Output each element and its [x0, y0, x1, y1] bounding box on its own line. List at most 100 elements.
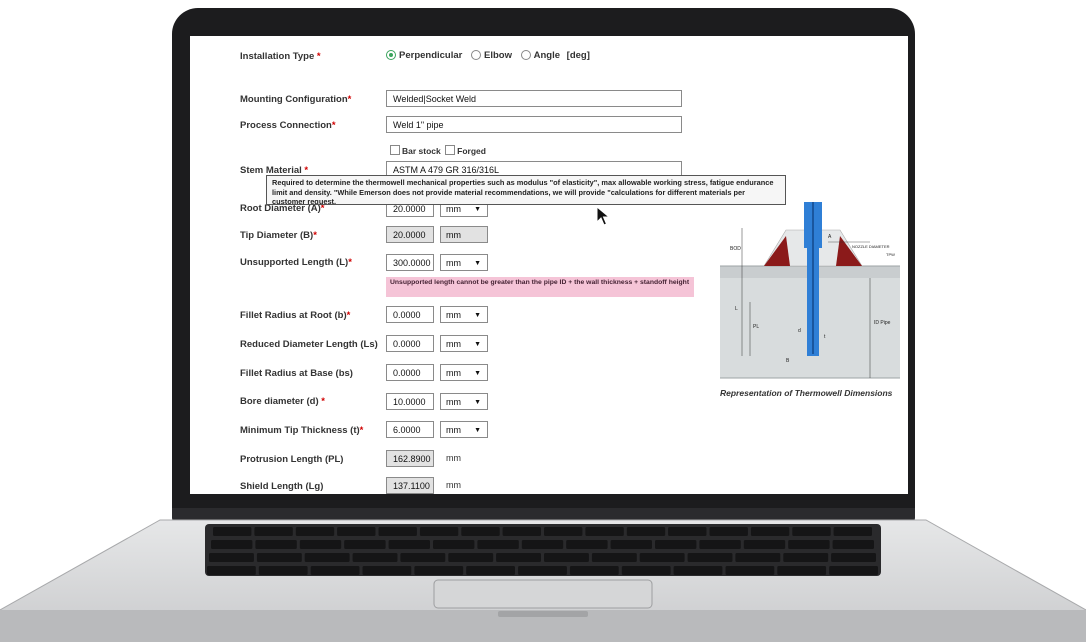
keyboard-key: [668, 527, 707, 536]
keyboard-key: [743, 540, 786, 549]
dropdown-caret-icon: ▼: [474, 370, 481, 377]
keyboard-key: [687, 553, 733, 562]
keyboard-key: [585, 527, 624, 536]
keyboard-key: [725, 566, 775, 575]
keyboard-key: [337, 527, 376, 536]
keyboard-key: [832, 540, 874, 549]
radio-elbow[interactable]: Elbow: [471, 50, 512, 61]
laptop-screen: Installation Type * Perpendicular Elbow …: [190, 36, 908, 494]
weld-right: [836, 236, 862, 266]
keyboard-key: [496, 553, 541, 562]
keyboard-key: [831, 553, 876, 562]
keyboard-keys: [207, 527, 878, 575]
mounting-configuration-label: Mounting Configuration*: [240, 94, 352, 105]
min-tip-thickness-label: Minimum Tip Thickness (t)*: [240, 425, 364, 436]
keyboard-key: [352, 553, 398, 562]
keyboard-deck: [0, 519, 1086, 642]
stem-type-checkboxes: Bar stock Forged: [390, 145, 486, 156]
fillet-root-unit-select[interactable]: mm ▼: [440, 306, 488, 323]
tip-diameter-input: 20.0000: [386, 226, 434, 243]
shield-length-unit: mm: [446, 480, 461, 490]
dropdown-caret-icon: ▼: [474, 260, 481, 267]
tip-diameter-unit: mm: [440, 226, 488, 243]
reduced-diameter-length-input[interactable]: 0.0000: [386, 335, 434, 352]
keyboard-key: [833, 527, 872, 536]
dropdown-caret-icon: ▼: [474, 312, 481, 319]
keyboard-key: [362, 566, 412, 575]
keyboard-key: [310, 566, 360, 575]
mouse-cursor-icon: [596, 206, 610, 226]
bore-diameter-input[interactable]: 10.0000: [386, 393, 434, 410]
min-tip-thickness-unit-select[interactable]: mm ▼: [440, 421, 488, 438]
radio-selected-icon: [386, 50, 396, 60]
keyboard-key: [777, 566, 827, 575]
keyboard-key: [783, 553, 829, 562]
keyboard-key: [414, 566, 464, 575]
bore-diameter-unit-select[interactable]: mm ▼: [440, 393, 488, 410]
keyboard-key: [591, 553, 637, 562]
label-id-pipe: ID Pipe: [874, 320, 891, 326]
min-tip-thickness-input[interactable]: 6.0000: [386, 421, 434, 438]
unsupported-length-label: Unsupported Length (L)*: [240, 257, 352, 268]
diagram-caption: Representation of Thermowell Dimensions: [720, 388, 893, 398]
protrusion-length-label: Protrusion Length (PL): [240, 454, 344, 465]
keyboard-key: [655, 540, 697, 549]
keyboard: [205, 524, 881, 576]
label-tpw: TPW: [886, 252, 895, 257]
checkbox-bar-stock[interactable]: Bar stock: [390, 145, 441, 156]
keyboard-key: [209, 553, 254, 562]
keyboard-key: [419, 527, 459, 536]
shield-length-label: Shield Length (Lg): [240, 481, 324, 492]
keyboard-key: [699, 540, 741, 549]
process-connection-label: Process Connection*: [240, 120, 336, 131]
keyboard-key: [295, 527, 335, 536]
keyboard-key: [433, 540, 475, 549]
angle-unit: [deg]: [566, 50, 590, 61]
keyboard-key: [566, 540, 608, 549]
keyboard-key: [544, 553, 589, 562]
shield-length-value: 137.1100: [386, 477, 434, 494]
radio-angle[interactable]: Angle: [520, 50, 560, 61]
label-bod: BOD: [730, 246, 741, 252]
label-nozzle: NOZZLE DIAMETER: [852, 244, 890, 249]
keyboard-key: [673, 566, 723, 575]
label-l: L: [735, 306, 738, 312]
laptop-hinge: [172, 508, 915, 522]
keyboard-key: [829, 566, 878, 575]
keyboard-key: [461, 527, 500, 536]
keyboard-key: [388, 540, 430, 549]
keyboard-key: [254, 527, 293, 536]
keyboard-key: [502, 527, 541, 536]
keyboard-key: [621, 566, 671, 575]
label-d: d: [798, 328, 801, 334]
mounting-configuration-field[interactable]: Welded|Socket Weld: [386, 90, 682, 107]
radio-perpendicular[interactable]: Perpendicular: [386, 50, 462, 61]
keyboard-key: [211, 540, 253, 549]
fillet-root-input[interactable]: 0.0000: [386, 306, 434, 323]
reduced-diameter-length-label: Reduced Diameter Length (Ls): [240, 339, 378, 350]
keyboard-key: [378, 527, 417, 536]
unsupported-length-input[interactable]: 300.0000: [386, 254, 434, 271]
checkbox-icon: [445, 145, 456, 155]
keyboard-key: [256, 553, 302, 562]
unsupported-length-unit-select[interactable]: mm ▼: [440, 254, 488, 271]
fillet-base-input[interactable]: 0.0000: [386, 364, 434, 381]
keyboard-key: [304, 553, 350, 562]
thermowell-diagram: BOD L PL d t B A NOZZLE DIAMETER TPW ID …: [720, 202, 900, 379]
reduced-diameter-length-unit-select[interactable]: mm ▼: [440, 335, 488, 352]
label-pl: PL: [753, 324, 759, 330]
dropdown-caret-icon: ▼: [474, 427, 481, 434]
keyboard-key: [400, 553, 446, 562]
tip-diameter-label: Tip Diameter (B)*: [240, 230, 317, 241]
fillet-root-label: Fillet Radius at Root (b)*: [240, 310, 351, 321]
keyboard-key: [610, 540, 652, 549]
trackpad: [433, 579, 653, 609]
fillet-base-unit-select[interactable]: mm ▼: [440, 364, 488, 381]
keyboard-key: [477, 540, 519, 549]
checkbox-forged[interactable]: Forged: [445, 145, 486, 156]
protrusion-length-value: 162.8900: [386, 450, 434, 467]
keyboard-key: [207, 566, 256, 575]
keyboard-key: [299, 540, 342, 549]
process-connection-field[interactable]: Weld 1" pipe: [386, 116, 682, 133]
keyboard-key: [569, 566, 619, 575]
